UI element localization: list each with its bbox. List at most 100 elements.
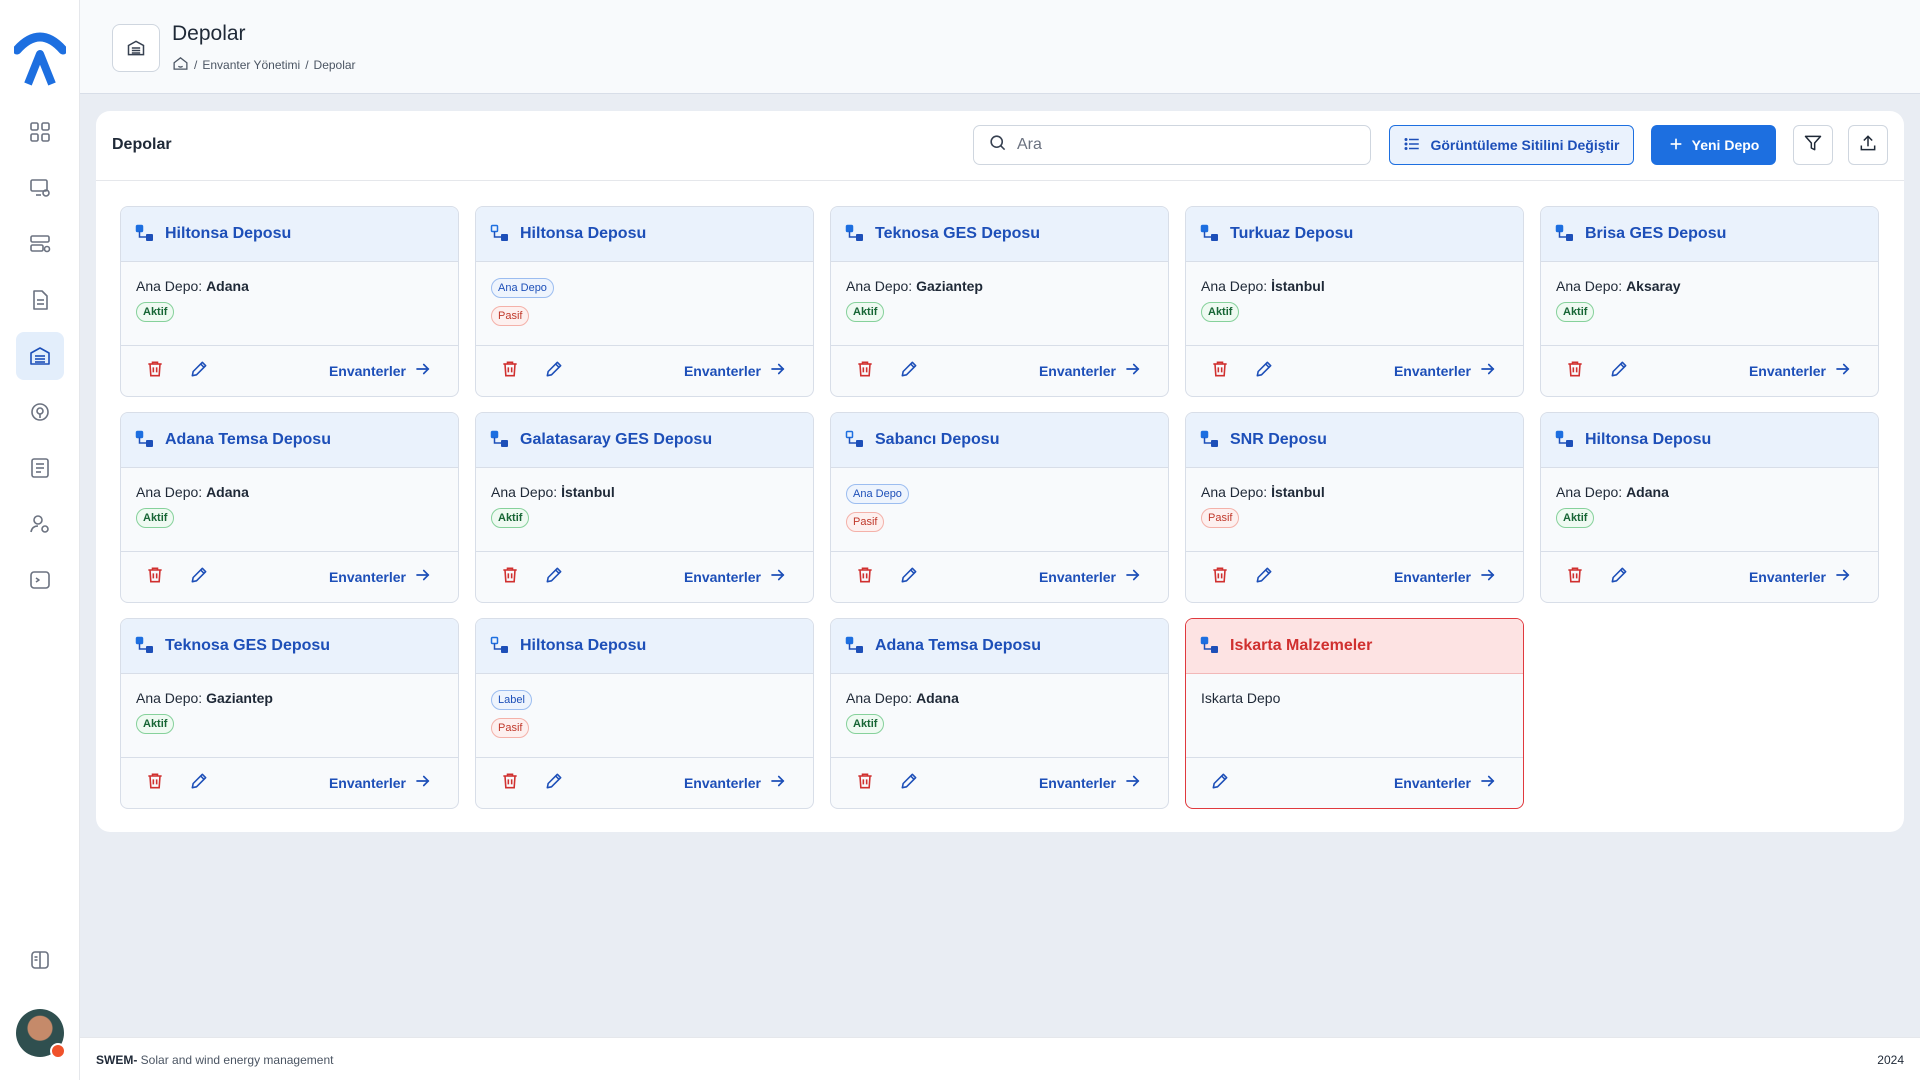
- sidebar-item-user-settings[interactable]: [16, 500, 64, 548]
- edit-button[interactable]: [542, 359, 566, 383]
- edit-button[interactable]: [187, 771, 211, 795]
- inventories-link[interactable]: Envanterler: [684, 360, 787, 381]
- card-title[interactable]: Adana Temsa Deposu: [165, 431, 331, 449]
- breadcrumb-inventory[interactable]: Envanter Yönetimi: [202, 58, 300, 72]
- delete-button[interactable]: [143, 565, 167, 589]
- card-body: Ana Depo: Adana Aktif: [831, 674, 1168, 758]
- sidebar-item-dashboard[interactable]: [16, 108, 64, 156]
- card-header[interactable]: Hiltonsa Deposu: [1541, 413, 1878, 468]
- card-header[interactable]: Hiltonsa Deposu: [476, 619, 813, 674]
- inventories-label: Envanterler: [683, 774, 761, 791]
- card-title[interactable]: SNR Deposu: [1230, 431, 1327, 449]
- card-header[interactable]: Turkuaz Deposu: [1186, 207, 1523, 262]
- card-title[interactable]: Galatasaray GES Deposu: [520, 431, 712, 449]
- card-title[interactable]: Teknosa GES Deposu: [165, 637, 330, 655]
- delete-button[interactable]: [143, 771, 167, 795]
- sidebar-item-monitor-settings[interactable]: [16, 164, 64, 212]
- edit-button[interactable]: [1252, 359, 1276, 383]
- edit-button[interactable]: [1607, 359, 1631, 383]
- sidebar-item-report-list[interactable]: [16, 444, 64, 492]
- edit-button[interactable]: [1252, 565, 1276, 589]
- card-header[interactable]: Adana Temsa Deposu: [831, 619, 1168, 674]
- edit-button[interactable]: [1607, 565, 1631, 589]
- card-title[interactable]: Turkuaz Deposu: [1230, 225, 1353, 243]
- home-icon[interactable]: [172, 55, 189, 75]
- card-header[interactable]: Teknosa GES Deposu: [121, 619, 458, 674]
- inventories-link[interactable]: Envanterler: [1039, 566, 1142, 587]
- inventories-link[interactable]: Envanterler: [329, 772, 432, 793]
- edit-button[interactable]: [542, 565, 566, 589]
- inventories-link[interactable]: Envanterler: [1039, 772, 1142, 793]
- delete-button[interactable]: [498, 359, 522, 383]
- search-box[interactable]: [973, 125, 1371, 165]
- card-title[interactable]: Hiltonsa Deposu: [165, 225, 291, 243]
- inventories-link[interactable]: Envanterler: [684, 772, 787, 793]
- card-title[interactable]: Hiltonsa Deposu: [1585, 431, 1711, 449]
- card-header[interactable]: Sabancı Deposu: [831, 413, 1168, 468]
- search-input[interactable]: [1017, 136, 1357, 154]
- edit-button[interactable]: [187, 565, 211, 589]
- delete-button[interactable]: [853, 565, 877, 589]
- delete-button[interactable]: [498, 771, 522, 795]
- card-header[interactable]: Galatasaray GES Deposu: [476, 413, 813, 468]
- inventories-link[interactable]: Envanterler: [1394, 566, 1497, 587]
- inventories-link[interactable]: Envanterler: [1749, 360, 1852, 381]
- status-badge: Pasif: [1201, 508, 1240, 528]
- delete-button[interactable]: [1208, 565, 1232, 589]
- inventories-link[interactable]: Envanterler: [1039, 360, 1142, 381]
- warehouse-card: Brisa GES Deposu Ana Depo: Aksaray Aktif En…: [1540, 206, 1879, 397]
- edit-button[interactable]: [1208, 771, 1232, 795]
- book-icon[interactable]: [16, 936, 64, 984]
- pencil-icon: [544, 771, 564, 796]
- card-actions: Envanterler: [476, 758, 813, 808]
- user-avatar[interactable]: [16, 1009, 66, 1059]
- card-header[interactable]: SNR Deposu: [1186, 413, 1523, 468]
- sidebar-item-terminal[interactable]: [16, 556, 64, 604]
- inventories-link[interactable]: Envanterler: [1749, 566, 1852, 587]
- delete-button[interactable]: [1563, 359, 1587, 383]
- card-header[interactable]: Adana Temsa Deposu: [121, 413, 458, 468]
- card-description: Iskarta Depo: [1201, 690, 1281, 706]
- card-header[interactable]: Teknosa GES Deposu: [831, 207, 1168, 262]
- sidebar-item-warehouse[interactable]: [16, 332, 64, 380]
- card-title[interactable]: Sabancı Deposu: [875, 431, 999, 449]
- change-view-button[interactable]: Görüntüleme Sitilini Değiştir: [1389, 125, 1634, 165]
- warehouse-card: Hiltonsa Deposu Label Pasif Envanterler: [475, 618, 814, 809]
- card-body: Ana Depo Pasif: [831, 468, 1168, 552]
- delete-button[interactable]: [853, 771, 877, 795]
- filter-button[interactable]: [1793, 125, 1833, 165]
- new-warehouse-button[interactable]: Yeni Depo: [1651, 125, 1776, 165]
- edit-button[interactable]: [897, 359, 921, 383]
- card-title[interactable]: Teknosa GES Deposu: [875, 225, 1040, 243]
- delete-button[interactable]: [143, 359, 167, 383]
- inventories-link[interactable]: Envanterler: [1394, 360, 1497, 381]
- edit-button[interactable]: [897, 565, 921, 589]
- inventories-link[interactable]: Envanterler: [329, 360, 432, 381]
- inventories-link[interactable]: Envanterler: [1394, 772, 1497, 793]
- card-header[interactable]: Iskarta Malzemeler: [1186, 619, 1523, 674]
- inventories-label: Envanterler: [683, 362, 761, 379]
- delete-button[interactable]: [853, 359, 877, 383]
- export-button[interactable]: [1848, 125, 1888, 165]
- edit-button[interactable]: [542, 771, 566, 795]
- arrow-right-icon: [769, 772, 787, 793]
- edit-button[interactable]: [187, 359, 211, 383]
- card-header[interactable]: Hiltonsa Deposu: [121, 207, 458, 262]
- inventories-link[interactable]: Envanterler: [329, 566, 432, 587]
- delete-button[interactable]: [1563, 565, 1587, 589]
- app-logo[interactable]: [12, 28, 68, 86]
- card-title[interactable]: Iskarta Malzemeler: [1230, 637, 1372, 655]
- card-title[interactable]: Hiltonsa Deposu: [520, 637, 646, 655]
- card-header[interactable]: Brisa GES Deposu: [1541, 207, 1878, 262]
- delete-button[interactable]: [498, 565, 522, 589]
- card-title[interactable]: Brisa GES Deposu: [1585, 225, 1726, 243]
- sidebar-item-plant-settings[interactable]: [16, 388, 64, 436]
- card-header[interactable]: Hiltonsa Deposu: [476, 207, 813, 262]
- inventories-link[interactable]: Envanterler: [684, 566, 787, 587]
- card-title[interactable]: Adana Temsa Deposu: [875, 637, 1041, 655]
- sidebar-item-server-settings[interactable]: [16, 220, 64, 268]
- card-title[interactable]: Hiltonsa Deposu: [520, 225, 646, 243]
- edit-button[interactable]: [897, 771, 921, 795]
- sidebar-item-document[interactable]: [16, 276, 64, 324]
- delete-button[interactable]: [1208, 359, 1232, 383]
